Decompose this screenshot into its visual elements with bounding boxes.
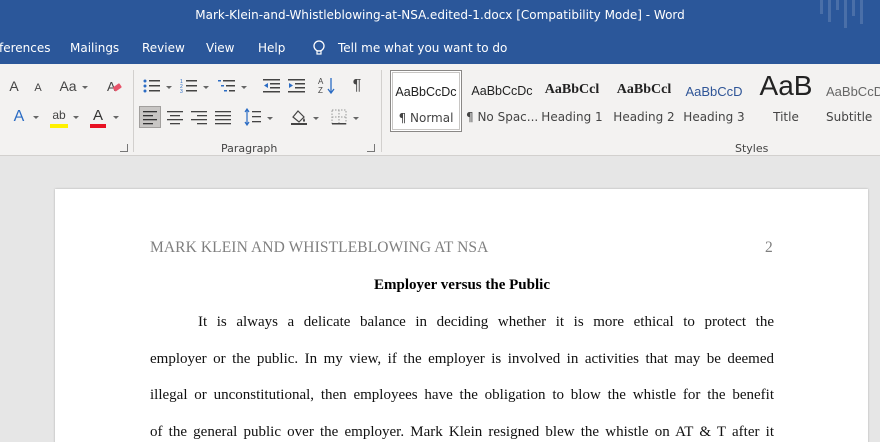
body-text-line: illegal or unconstitutional, then employ…: [150, 387, 774, 403]
chevron-down-icon: [33, 116, 39, 119]
style-name: Heading 3: [683, 110, 745, 124]
shading-icon[interactable]: [290, 108, 308, 126]
decrease-indent-icon[interactable]: [263, 78, 281, 94]
svg-text:Z: Z: [318, 86, 323, 95]
svg-text:3: 3: [180, 89, 183, 94]
style-heading-1[interactable]: AaBbCcl Heading 1: [536, 70, 608, 132]
document-page[interactable]: MARK KLEIN AND WHISTLEBLOWING AT NSA 2 E…: [55, 189, 868, 442]
style-sample: AaBbCcl: [544, 82, 600, 97]
style-name: ¶ Normal: [398, 111, 454, 125]
font-dialog-launcher-icon[interactable]: [120, 144, 128, 152]
title-bar: Mark-Klein-and-Whistleblowing-at-NSA.edi…: [0, 0, 880, 33]
style-heading-2[interactable]: AaBbCcl Heading 2: [608, 70, 680, 132]
shrink-font-button[interactable]: A: [30, 80, 46, 96]
group-separator: [133, 70, 134, 152]
style-normal[interactable]: AaBbCcDc ¶ Normal: [390, 70, 462, 132]
font-color-button[interactable]: A: [90, 106, 106, 124]
style-sample: AaBbCcDc: [395, 85, 457, 99]
multilevel-list-icon[interactable]: [218, 78, 236, 94]
tell-me-search[interactable]: Tell me what you want to do: [338, 41, 507, 55]
ribbon: A A Aa A A ab A 1 2 3 A Z ¶ Paragraph Aa…: [0, 64, 880, 156]
style-name: Heading 1: [541, 110, 603, 124]
tab-review[interactable]: Review: [142, 41, 185, 55]
style-sample: AaB: [759, 70, 813, 101]
borders-icon[interactable]: [330, 108, 348, 126]
chevron-down-icon: [313, 117, 319, 120]
style-name: Heading 2: [613, 110, 675, 124]
align-left-button[interactable]: [139, 106, 161, 128]
style-sample: AaBbCcD: [685, 84, 743, 99]
styles-group-label: Styles: [735, 142, 769, 155]
tab-view[interactable]: View: [206, 41, 234, 55]
text-effects-button[interactable]: A: [10, 108, 28, 126]
lightbulb-icon: [313, 40, 325, 55]
chevron-down-icon: [203, 86, 209, 89]
style-no-spacing[interactable]: AaBbCcDc ¶ No Spac...: [466, 70, 538, 132]
show-paragraph-marks-button[interactable]: ¶: [349, 77, 365, 95]
running-head: MARK KLEIN AND WHISTLEBLOWING AT NSA: [150, 239, 489, 256]
align-left-icon: [143, 111, 157, 125]
tab-mailings[interactable]: Mailings: [70, 41, 119, 55]
style-title[interactable]: AaB Title: [750, 70, 822, 132]
style-name: Subtitle: [826, 110, 873, 124]
body-text-line: It is always a delicate balance in decid…: [198, 314, 774, 330]
body-text-line: of the general public over the employer.…: [150, 424, 774, 440]
change-case-button[interactable]: Aa: [58, 78, 78, 94]
increase-indent-icon[interactable]: [288, 78, 306, 94]
chevron-down-icon: [113, 116, 119, 119]
paragraph-group-label: Paragraph: [221, 142, 278, 155]
paragraph-dialog-launcher-icon[interactable]: [367, 144, 375, 152]
sort-icon[interactable]: A Z: [318, 76, 336, 96]
body-text-line: employer or the public. In my view, if t…: [150, 351, 774, 367]
grow-font-button[interactable]: A: [6, 78, 22, 94]
line-spacing-icon[interactable]: [244, 108, 262, 126]
chevron-down-icon: [353, 117, 359, 120]
style-heading-3[interactable]: AaBbCcD Heading 3: [678, 70, 750, 132]
ribbon-tabs: ferences Mailings Review View Help Tell …: [0, 33, 880, 64]
styles-gallery: AaBbCcDc ¶ Normal AaBbCcDc ¶ No Spac... …: [388, 70, 880, 134]
numbering-icon[interactable]: 1 2 3: [180, 78, 198, 94]
chevron-down-icon: [82, 86, 88, 89]
svg-text:A: A: [318, 77, 324, 86]
group-separator: [381, 70, 382, 152]
justify-icon[interactable]: [214, 108, 232, 126]
style-name: Title: [773, 110, 799, 124]
style-sample: AaBbCcl: [616, 82, 672, 97]
font-color-swatch: [90, 124, 106, 128]
highlight-button[interactable]: ab: [48, 106, 70, 124]
style-name: ¶ No Spac...: [466, 110, 538, 124]
bullets-icon[interactable]: [143, 78, 161, 94]
section-heading: Employer versus the Public: [374, 277, 550, 293]
clear-formatting-icon[interactable]: A: [106, 78, 122, 94]
style-sample: AaBbCcDc: [471, 84, 533, 98]
align-right-icon[interactable]: [190, 108, 208, 126]
tab-references[interactable]: ferences: [0, 41, 51, 55]
tab-help[interactable]: Help: [258, 41, 285, 55]
title-bar-decoration: [820, 0, 863, 28]
chevron-down-icon: [267, 117, 273, 120]
chevron-down-icon: [241, 86, 247, 89]
style-subtitle[interactable]: AaBbCcD Subtitle: [822, 70, 880, 132]
chevron-down-icon: [73, 116, 79, 119]
page-number: 2: [765, 239, 773, 256]
document-title: Mark-Klein-and-Whistleblowing-at-NSA.edi…: [195, 8, 685, 22]
align-center-icon[interactable]: [166, 108, 184, 126]
highlight-color-swatch: [50, 124, 68, 128]
chevron-down-icon: [166, 86, 172, 89]
style-sample: AaBbCcD: [826, 84, 880, 99]
